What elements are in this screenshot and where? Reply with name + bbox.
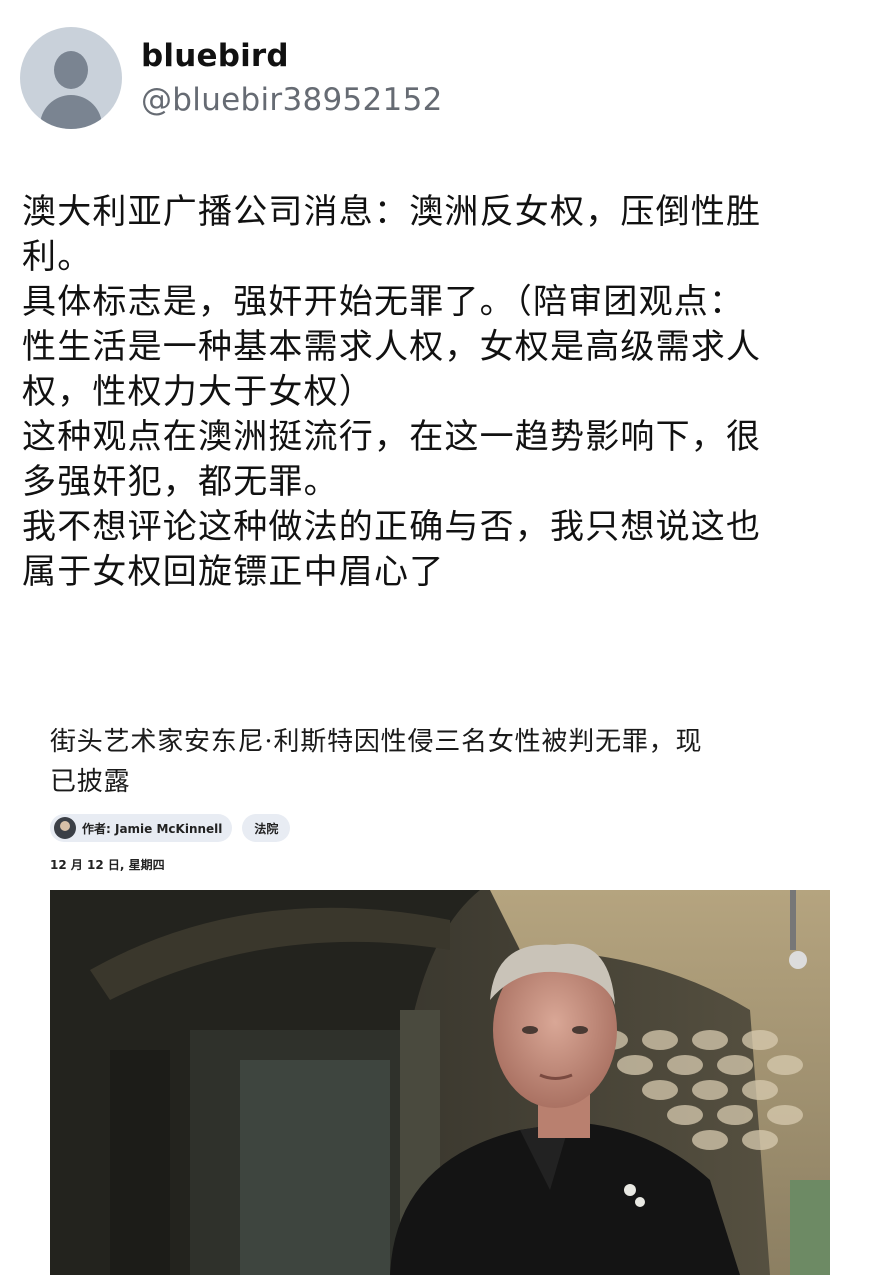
article-photo bbox=[50, 890, 830, 1275]
author-label: 作者: Jamie McKinnell bbox=[82, 821, 223, 836]
article-title: 街头艺术家安东尼·利斯特因性侵三名女性被判无罪，现 已披露 bbox=[50, 722, 840, 802]
article-date: 12 月 12 日, 星期四 bbox=[50, 858, 165, 872]
author-pill[interactable]: 作者: Jamie McKinnell bbox=[50, 814, 233, 842]
post-line: 我不想评论这种做法的正确与否，我只想说这也 bbox=[22, 507, 762, 547]
default-profile-icon-body bbox=[40, 95, 102, 129]
post-line: 性生活是一种基本需求人权，女权是高级需求人 bbox=[22, 327, 762, 367]
article-title-line: 已披露 bbox=[50, 767, 131, 797]
post-line: 多强奸犯，都无罪。 bbox=[22, 462, 339, 502]
post-line: 利。 bbox=[22, 237, 93, 277]
post-line: 权，性权力大于女权） bbox=[22, 372, 374, 412]
post-line: 具体标志是，强奸开始无罪了。（陪审团观点： bbox=[22, 282, 745, 322]
post-text: 澳大利亚广播公司消息：澳洲反女权，压倒性胜 利。 具体标志是，强奸开始无罪了。（… bbox=[22, 190, 862, 595]
article-meta: 作者: Jamie McKinnell 法院 bbox=[50, 813, 291, 843]
post-line: 澳大利亚广播公司消息：澳洲反女权，压倒性胜 bbox=[22, 192, 762, 232]
article-title-line: 街头艺术家安东尼·利斯特因性侵三名女性被判无罪，现 bbox=[50, 727, 703, 757]
profile-avatar[interactable] bbox=[20, 27, 122, 129]
category-tag[interactable]: 法院 bbox=[242, 814, 291, 842]
article-photo-image bbox=[50, 890, 830, 1275]
display-name[interactable]: bluebird bbox=[141, 38, 289, 74]
default-profile-icon bbox=[54, 51, 88, 89]
category-label: 法院 bbox=[254, 821, 279, 836]
post-line: 属于女权回旋镖正中眉心了 bbox=[22, 552, 445, 592]
article-screenshot: 街头艺术家安东尼·利斯特因性侵三名女性被判无罪，现 已披露 bbox=[50, 722, 840, 802]
user-handle[interactable]: @bluebir38952152 bbox=[141, 82, 443, 118]
author-avatar-icon bbox=[54, 817, 76, 839]
post-line: 这种观点在澳洲挺流行，在这一趋势影响下，很 bbox=[22, 417, 762, 457]
